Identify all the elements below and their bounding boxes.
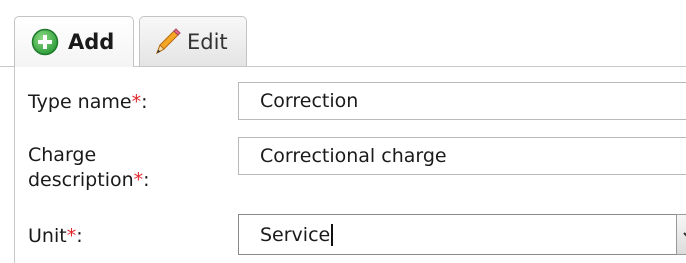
unit-dropdown-button[interactable]	[676, 214, 686, 255]
charge-description-input[interactable]: Correctional charge	[238, 137, 686, 175]
required-mark: *	[66, 225, 77, 247]
label-suffix: :	[76, 225, 83, 247]
form-panel: Type name*: Correction Charge descriptio…	[14, 66, 686, 263]
tab-edit[interactable]: Edit	[139, 16, 247, 66]
tab-add[interactable]: Add	[14, 16, 134, 67]
text-caret	[331, 224, 334, 246]
pencil-icon	[151, 26, 183, 58]
unit-select[interactable]: Service	[238, 214, 686, 255]
required-mark: *	[133, 169, 144, 191]
type-name-label: Type name*:	[28, 90, 147, 115]
label-suffix: :	[143, 169, 150, 191]
type-name-value: Correction	[260, 90, 359, 112]
unit-select-value-wrap: Service	[260, 223, 334, 247]
label-suffix: :	[141, 91, 148, 113]
plus-circle-icon	[31, 28, 59, 56]
type-name-label-text: Type name	[28, 91, 132, 113]
unit-label: Unit*:	[28, 224, 83, 249]
type-name-input[interactable]: Correction	[238, 82, 686, 120]
charge-description-value: Correctional charge	[260, 145, 447, 167]
tab-add-label: Add	[68, 30, 115, 54]
charge-description-label-line2: description	[28, 169, 134, 191]
required-mark: *	[131, 91, 142, 113]
unit-value: Service	[260, 224, 331, 246]
tab-strip: Add Edit	[0, 0, 686, 67]
tab-edit-label: Edit	[187, 29, 228, 54]
charge-description-label-line1: Charge	[28, 144, 97, 166]
unit-label-text: Unit	[28, 225, 67, 247]
charge-description-label: Charge description*:	[28, 143, 150, 193]
